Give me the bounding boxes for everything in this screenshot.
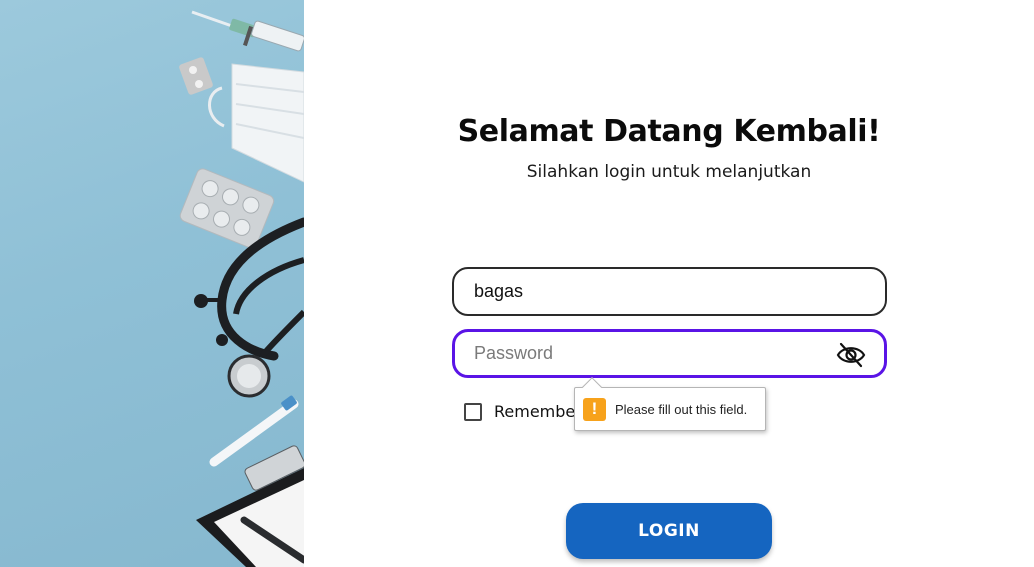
page-title: Selamat Datang Kembali! <box>457 114 881 149</box>
eye-slash-icon[interactable] <box>836 342 866 368</box>
hero-image <box>0 0 304 567</box>
page-subtitle: Silahkan login untuk melanjutkan <box>526 162 812 182</box>
password-input[interactable] <box>474 332 834 375</box>
validation-tooltip: ! Please fill out this field. <box>574 377 766 431</box>
tooltip-arrow <box>582 377 602 397</box>
stethoscope <box>194 217 304 398</box>
remember-checkbox[interactable] <box>464 402 482 421</box>
validation-message: Please fill out this field. <box>615 401 748 417</box>
medical-illustration <box>179 10 304 567</box>
remember-label[interactable]: Remember <box>494 402 582 421</box>
small-pill-pack <box>179 57 213 95</box>
login-button[interactable]: LOGIN <box>566 503 772 559</box>
face-mask <box>208 63 304 183</box>
password-field[interactable] <box>452 329 887 378</box>
remember-row[interactable]: Remember <box>464 402 582 421</box>
username-field[interactable] <box>452 267 887 316</box>
username-input[interactable] <box>474 269 834 314</box>
syringe-graphic <box>191 10 304 52</box>
warning-icon: ! <box>583 397 606 421</box>
blister-pack <box>179 168 275 249</box>
